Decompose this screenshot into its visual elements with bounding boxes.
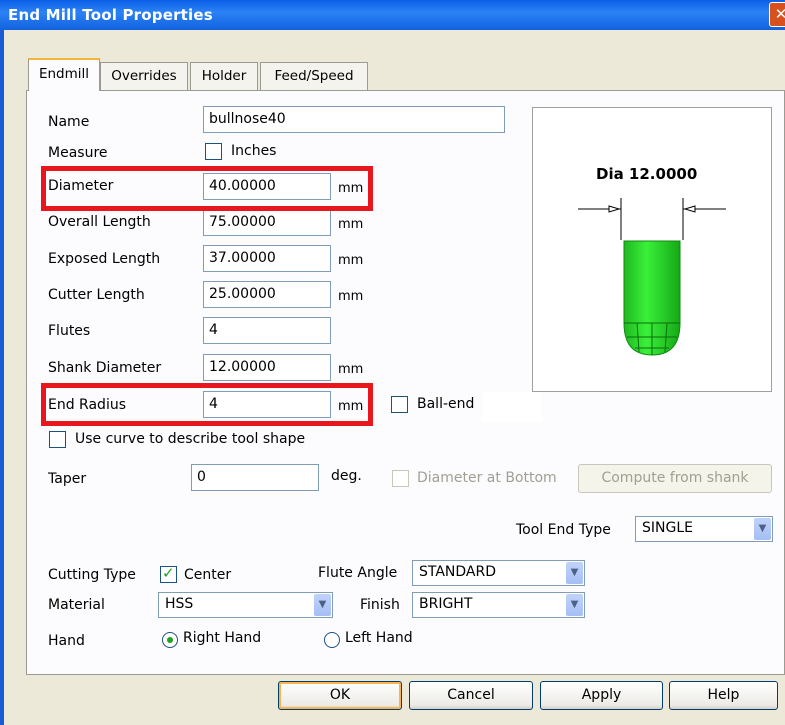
right-hand-radio[interactable] [162,632,178,648]
measure-label: Measure [48,145,108,161]
window-border [0,30,4,725]
material-select[interactable]: HSS ▼ [158,592,333,618]
cutter-length-unit: mm [338,289,364,304]
chevron-down-icon[interactable]: ▼ [566,562,583,584]
ok-button[interactable]: OK [278,681,402,710]
end-mill-drawing [578,198,726,356]
cancel-button[interactable]: Cancel [409,681,533,710]
apply-button[interactable]: Apply [540,681,663,710]
taper-unit: deg. [331,468,362,484]
center-label: Center [184,567,232,583]
tool-end-type-select[interactable]: SINGLE ▼ [635,516,773,542]
shank-diameter-input[interactable]: 12.00000 [203,354,331,381]
material-label: Material [48,597,105,613]
overall-length-label: Overall Length [48,214,151,230]
tool-preview: Dia 12.0000 [532,107,772,392]
ball-end-checkbox[interactable] [391,396,408,413]
taper-input[interactable]: 0 [191,464,319,491]
flutes-label: Flutes [48,323,91,339]
cutter-length-input[interactable]: 25.00000 [203,281,331,308]
tab-endmill[interactable]: Endmill [28,58,100,91]
chevron-down-icon[interactable]: ▼ [566,594,583,616]
flutes-input[interactable]: 4 [203,317,331,344]
use-curve-checkbox[interactable] [49,431,66,448]
compute-from-shank-button[interactable]: Compute from shank [578,464,772,493]
finish-label: Finish [360,597,400,613]
preview-shadow [482,392,542,422]
flute-angle-select[interactable]: STANDARD ▼ [412,560,585,586]
chevron-down-icon[interactable]: ▼ [314,594,331,616]
exposed-length-input[interactable]: 37.00000 [203,245,331,272]
title-bar[interactable]: End Mill Tool Properties ✕ [0,0,785,30]
diameter-at-bottom-checkbox[interactable] [392,470,409,487]
tool-end-type-value: SINGLE [642,520,693,536]
tool-end-type-label: Tool End Type [516,522,611,538]
taper-label: Taper [48,471,87,487]
diameter-at-bottom-label: Diameter at Bottom [417,470,557,486]
flute-angle-label: Flute Angle [318,565,398,581]
inches-label: Inches [231,143,277,159]
name-input[interactable]: bullnose40 [203,106,505,133]
window-title: End Mill Tool Properties [8,6,213,24]
use-curve-label: Use curve to describe tool shape [75,431,306,447]
hand-label: Hand [48,633,85,649]
name-label: Name [48,114,90,130]
overall-length-input[interactable]: 75.00000 [203,209,331,236]
center-checkbox[interactable]: ✓ [160,564,177,583]
tab-feed-speed[interactable]: Feed/Speed [260,62,368,90]
exposed-length-unit: mm [338,253,364,268]
tab-overrides[interactable]: Overrides [100,62,188,90]
end-radius-highlight [41,383,373,426]
right-hand-label: Right Hand [183,630,262,646]
radio-selected-dot [167,637,173,643]
material-value: HSS [165,596,194,612]
checkmark-icon: ✓ [162,564,175,582]
shank-diameter-label: Shank Diameter [48,360,162,376]
inches-checkbox[interactable] [205,143,222,160]
dialog-window: End Mill Tool Properties ✕ Endmill Overr… [0,0,785,725]
tab-holder[interactable]: Holder [190,62,258,90]
ball-end-label: Ball-end [417,396,475,412]
finish-select[interactable]: BRIGHT ▼ [412,592,585,618]
shank-diameter-unit: mm [338,362,364,377]
help-button[interactable]: Help [669,681,778,710]
overall-length-unit: mm [338,217,364,232]
cutting-type-label: Cutting Type [48,567,136,583]
flute-angle-value: STANDARD [419,564,497,580]
finish-value: BRIGHT [419,596,473,612]
chevron-down-icon[interactable]: ▼ [754,518,771,540]
close-icon: ✕ [774,5,785,23]
left-hand-radio[interactable] [324,632,340,648]
left-hand-label: Left Hand [345,630,413,646]
cutter-length-label: Cutter Length [48,287,145,303]
diameter-highlight [41,166,373,211]
close-button[interactable]: ✕ [769,2,785,27]
exposed-length-label: Exposed Length [48,251,161,267]
